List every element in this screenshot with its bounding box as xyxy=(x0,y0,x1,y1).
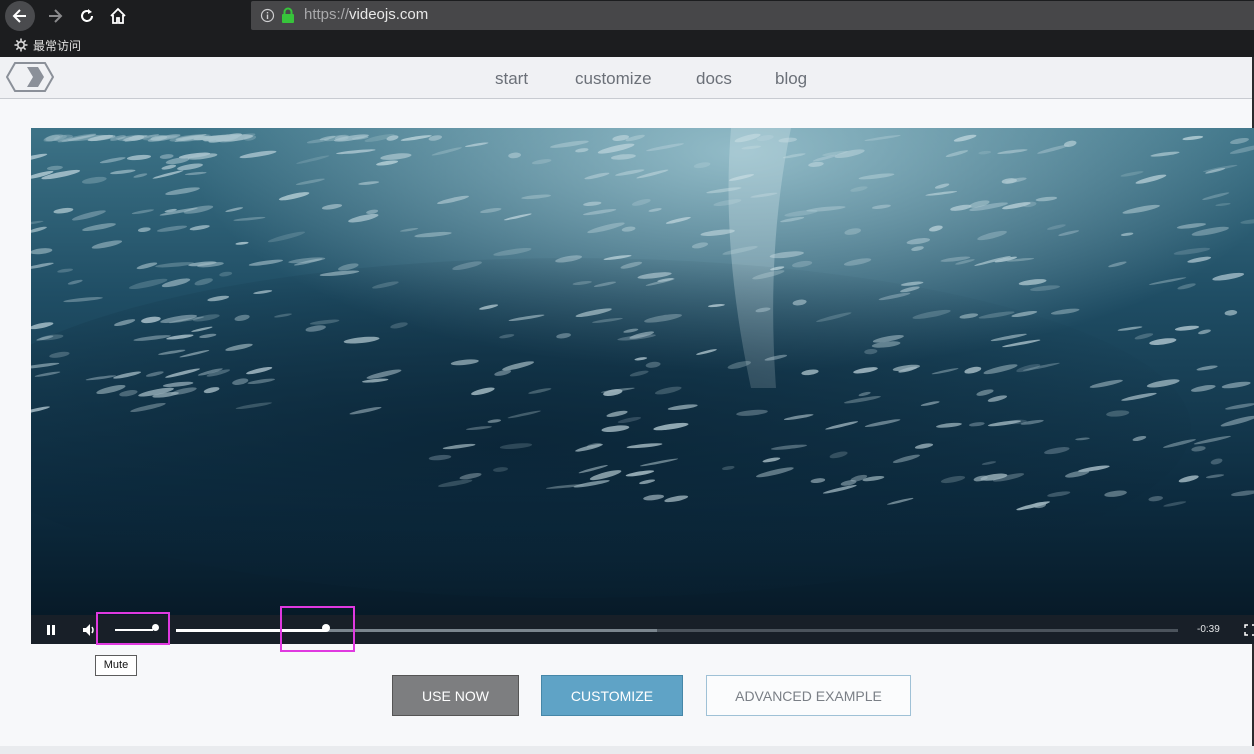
forward-arrow-icon xyxy=(49,9,63,23)
progress-highlight-box xyxy=(280,606,355,652)
video-frame-fish-school xyxy=(31,128,1254,615)
url-text: https://videojs.com xyxy=(304,6,428,23)
remaining-time: -0:39 xyxy=(1197,624,1220,635)
bookmark-most-visited[interactable]: 最常访问 xyxy=(33,37,81,54)
url-bar[interactable]: https://videojs.com xyxy=(251,1,1254,30)
reload-button[interactable] xyxy=(72,2,102,30)
home-icon xyxy=(110,7,126,24)
nav-blog[interactable]: blog xyxy=(775,69,807,89)
browser-toolbar: https://videojs.com xyxy=(0,0,1254,33)
fullscreen-button[interactable] xyxy=(1244,623,1254,636)
pause-icon xyxy=(47,625,55,635)
nav-start[interactable]: start xyxy=(495,69,528,89)
control-bar: -0:39 xyxy=(31,615,1254,644)
forward-button[interactable] xyxy=(40,2,70,30)
info-icon xyxy=(260,8,275,23)
site-header: start customize docs blog xyxy=(0,57,1254,99)
use-now-button[interactable]: USE NOW xyxy=(392,675,519,716)
back-button[interactable] xyxy=(5,1,35,31)
url-host: videojs.com xyxy=(349,6,429,23)
bookmarks-toolbar: 最常访问 xyxy=(0,33,1254,57)
advanced-example-button[interactable]: ADVANCED EXAMPLE xyxy=(706,675,911,716)
nav-docs[interactable]: docs xyxy=(696,69,732,89)
url-scheme: https:// xyxy=(304,6,350,23)
reload-icon xyxy=(81,9,93,22)
volume-highlight-box xyxy=(96,612,170,645)
nav-customize[interactable]: customize xyxy=(575,69,652,89)
videojs-logo-icon[interactable] xyxy=(6,62,54,92)
mute-tooltip: Mute xyxy=(95,655,137,676)
lock-icon xyxy=(282,7,294,23)
home-button[interactable] xyxy=(103,2,133,30)
fullscreen-icon xyxy=(1244,624,1254,636)
customize-button[interactable]: CUSTOMIZE xyxy=(541,675,683,716)
play-pause-button[interactable] xyxy=(43,622,59,638)
page-footer-strip xyxy=(0,746,1254,754)
back-arrow-icon xyxy=(12,9,26,23)
gear-icon xyxy=(14,38,28,52)
video-player[interactable]: -0:39 xyxy=(31,128,1254,644)
